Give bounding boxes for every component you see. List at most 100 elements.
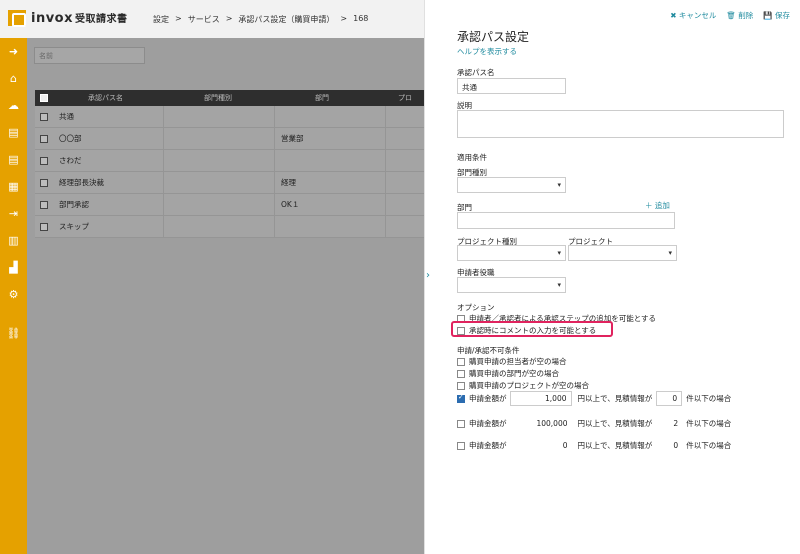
amount-suffix: 件以下の場合 [686, 441, 732, 450]
gear-icon[interactable]: ⚙ [0, 281, 27, 308]
cloud-upload-icon[interactable]: ☁ [0, 92, 27, 119]
quote-count-value: 2 [673, 419, 679, 428]
arrow-right-icon[interactable]: ➜ [0, 38, 27, 65]
amount-mid-text: 円以上で、見積情報が [577, 394, 653, 403]
table-header: 承認パス名 部門種別 部門 プロ [35, 90, 425, 106]
dept-cell [275, 216, 386, 237]
amount-suffix: 件以下の場合 [686, 394, 732, 403]
dept-cell [275, 106, 386, 127]
link-icon[interactable]: ⛓ [0, 320, 27, 347]
deny-no-dept-checkbox[interactable] [457, 369, 465, 378]
deny-no-project-checkbox[interactable] [457, 381, 465, 390]
amount-condition-checkbox[interactable] [457, 441, 465, 450]
dept-cell: OK１ [275, 194, 386, 215]
breadcrumb-separator: > [225, 14, 233, 23]
amount-condition-checkbox[interactable] [457, 393, 465, 403]
column-header[interactable]: 部門種別 [164, 93, 275, 103]
home-icon[interactable]: ⌂ [0, 65, 27, 92]
quote-count-input[interactable]: 0 [656, 391, 683, 406]
save-button[interactable]: 💾 保存 [763, 10, 790, 21]
breadcrumb-item[interactable]: サービス [188, 14, 220, 25]
table-row[interactable]: スキップ [35, 216, 425, 238]
panel-actions: ✖ キャンセル 🗑 削除 💾 保存 [660, 10, 790, 21]
amount-input[interactable]: 1,000 [509, 391, 572, 406]
table-row[interactable]: 共通 [35, 106, 425, 128]
breadcrumb-separator: > [340, 14, 348, 23]
deny-no-dept-label: 購買申請の部門が空の場合 [469, 369, 559, 378]
column-header[interactable]: プロ [386, 93, 425, 103]
select-all-checkbox[interactable] [40, 94, 48, 102]
panel-title: 承認パス設定 [457, 30, 530, 44]
amount-condition-row[interactable]: 申請金額が 1,000 円以上で、見積情報が 0 件以下の場合 [457, 391, 731, 406]
breadcrumb-item[interactable]: 設定 [153, 14, 169, 25]
report-icon[interactable]: ▥ [0, 227, 27, 254]
logo-text: invox [31, 11, 74, 26]
logo[interactable]: invox 受取請求書 [8, 10, 128, 27]
breadcrumb-item[interactable]: 承認パス設定（購買申請） [238, 14, 334, 25]
delete-button[interactable]: 🗑 削除 [726, 10, 753, 21]
amount-value: 100,000 [536, 419, 568, 428]
amount-condition-row[interactable]: 申請金額が 100,000 円以上で、見積情報が 2 件以下の場合 [457, 417, 731, 430]
add-dept-button[interactable]: ＋ 追加 [645, 200, 670, 211]
row-checkbox[interactable] [40, 134, 48, 143]
cancel-button[interactable]: ✖ キャンセル [670, 10, 716, 21]
path-name-input[interactable]: 共通 [457, 78, 566, 94]
amount-prefix: 申請金額が [469, 419, 507, 428]
dept-cell [275, 150, 386, 171]
path-name-cell: 経理部長決裁 [53, 172, 164, 193]
breadcrumb-item: 168 [353, 14, 369, 23]
column-header[interactable]: 承認パス名 [53, 93, 164, 103]
deny-no-assignee[interactable]: 購買申請の担当者が空の場合 [457, 356, 567, 367]
applicant-role-select[interactable] [457, 277, 566, 293]
row-checkbox[interactable] [40, 156, 48, 165]
options-label: オプション [457, 303, 495, 312]
highlight-box [451, 321, 613, 337]
amount-condition-row[interactable]: 申請金額が 0 円以上で、見積情報が 0 件以下の場合 [457, 439, 731, 452]
dept-type-select[interactable] [457, 177, 566, 193]
project-cell [386, 106, 425, 127]
help-link[interactable]: ヘルプを表示する [457, 46, 517, 57]
name-filter-input[interactable]: 名前 [34, 47, 145, 64]
project-cell [386, 194, 425, 215]
deny-no-project[interactable]: 購買申請のプロジェクトが空の場合 [457, 380, 589, 391]
table-row[interactable]: 部門承認 OK１ [35, 194, 425, 216]
table-row[interactable]: さわだ [35, 150, 425, 172]
project-type-select[interactable] [457, 245, 566, 261]
row-checkbox[interactable] [40, 222, 48, 231]
project-cell [386, 216, 425, 237]
deny-no-assignee-label: 購買申請の担当者が空の場合 [469, 357, 567, 366]
table-row[interactable]: 経理部長決裁 経理 [35, 172, 425, 194]
deny-no-dept[interactable]: 購買申請の部門が空の場合 [457, 368, 559, 379]
dept-type-cell [164, 150, 275, 171]
project-select[interactable] [568, 245, 677, 261]
dept-type-cell [164, 106, 275, 127]
app-header: invox 受取請求書 設定 > サービス > 承認パス設定（購買申請） > 168 [0, 0, 425, 38]
amount-suffix: 件以下の場合 [686, 419, 732, 428]
document-icon[interactable]: ▤ [0, 146, 27, 173]
building-icon[interactable]: ▦ [0, 173, 27, 200]
breadcrumb: 設定 > サービス > 承認パス設定（購買申請） > 168 [153, 14, 374, 25]
dept-type-cell [164, 216, 275, 237]
approval-path-settings-panel: ✖ キャンセル 🗑 削除 💾 保存 承認パス設定 ヘルプを表示する 承認パス名 … [424, 0, 800, 554]
project-cell [386, 150, 425, 171]
table-row[interactable]: 〇〇部 営業部 [35, 128, 425, 150]
export-icon[interactable]: ⇥ [0, 200, 27, 227]
dept-type-cell [164, 194, 275, 215]
project-cell [386, 172, 425, 193]
approval-path-table: 承認パス名 部門種別 部門 プロ 共通 〇〇部 営業部 さわだ 経理部長決裁 経… [35, 90, 425, 238]
amount-condition-checkbox[interactable] [457, 419, 465, 428]
row-checkbox[interactable] [40, 178, 48, 187]
description-textarea[interactable] [457, 110, 784, 138]
dept-input[interactable] [457, 212, 675, 229]
chart-icon[interactable]: ▟ [0, 254, 27, 281]
dept-cell: 営業部 [275, 128, 386, 149]
logo-subtitle: 受取請求書 [75, 14, 128, 25]
project-cell [386, 128, 425, 149]
chevron-right-icon[interactable]: › [426, 270, 430, 281]
document-icon[interactable]: ▤ [0, 119, 27, 146]
row-checkbox[interactable] [40, 112, 48, 121]
deny-no-assignee-checkbox[interactable] [457, 357, 465, 366]
column-header[interactable]: 部門 [275, 93, 386, 103]
row-checkbox[interactable] [40, 200, 48, 209]
amount-prefix: 申請金額が [469, 441, 507, 450]
